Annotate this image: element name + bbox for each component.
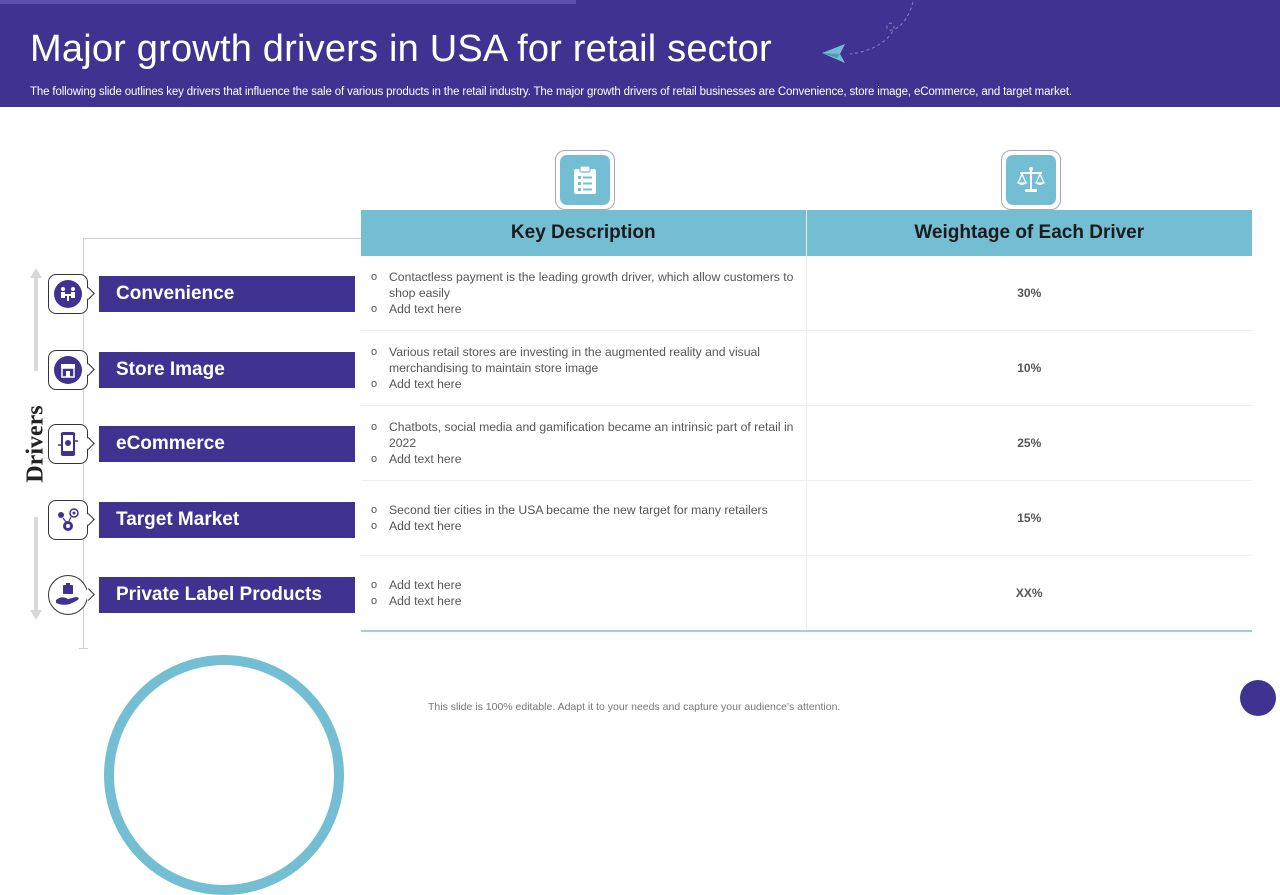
description-bullet: Second tier cities in the USA became the… bbox=[371, 502, 794, 518]
drivers-side-label: Drivers bbox=[22, 405, 49, 483]
weightage-column-icon bbox=[1001, 150, 1061, 210]
driver-label: Target Market bbox=[99, 502, 355, 538]
slide-subtitle: The following slide outlines key drivers… bbox=[30, 86, 1072, 98]
footer-note: This slide is 100% editable. Adapt it to… bbox=[428, 701, 841, 713]
description-bullet: Add text here bbox=[371, 301, 794, 317]
description-bullet: Contactless payment is the leading growt… bbox=[371, 269, 794, 301]
description-bullet: Add text here bbox=[371, 518, 794, 534]
target-gears-icon bbox=[58, 508, 79, 531]
driver-label: Store Image bbox=[99, 352, 355, 388]
driver-icon-frame bbox=[48, 350, 95, 390]
description-cell: Contactless payment is the leading growt… bbox=[361, 256, 807, 331]
paper-plane-icon bbox=[822, 1, 914, 63]
weightage-cell: XX% bbox=[806, 555, 1252, 632]
description-bullet: Add text here bbox=[371, 451, 794, 467]
hand-product-icon bbox=[56, 583, 79, 605]
balance-scale-icon bbox=[1016, 167, 1046, 192]
arrow-down-icon bbox=[30, 610, 42, 620]
table-row: Contactless payment is the leading growt… bbox=[361, 256, 1252, 331]
arrow-up-shaft bbox=[34, 276, 38, 371]
driver-icon-frame bbox=[48, 274, 95, 314]
driver-label: Private Label Products bbox=[99, 577, 355, 613]
description-column-icon bbox=[555, 150, 615, 210]
frame-foot-line bbox=[79, 648, 88, 649]
weightage-cell: 25% bbox=[806, 405, 1252, 481]
arrow-down-shaft bbox=[34, 517, 38, 612]
table-row: Add text here Add text here XX% bbox=[361, 555, 1252, 632]
description-cell: Various retail stores are investing in t… bbox=[361, 330, 807, 406]
driver-label: Convenience bbox=[99, 276, 355, 312]
description-cell: Add text here Add text here bbox=[361, 555, 807, 632]
weightage-cell: 30% bbox=[806, 256, 1252, 331]
table-header-row: Key Description Weightage of Each Driver bbox=[361, 210, 1252, 256]
driver-icon-frame bbox=[48, 424, 95, 464]
drivers-table: Key Description Weightage of Each Driver… bbox=[361, 210, 1252, 632]
slide-header: Major growth drivers in USA for retail s… bbox=[0, 0, 1280, 107]
description-cell: Chatbots, social media and gamification … bbox=[361, 405, 807, 481]
mobile-shopping-icon bbox=[58, 432, 78, 456]
description-bullet: Various retail stores are investing in t… bbox=[371, 344, 794, 376]
driver-label: eCommerce bbox=[99, 426, 355, 462]
store-front-icon bbox=[61, 364, 75, 378]
header-accent-line bbox=[0, 0, 576, 4]
description-cell: Second tier cities in the USA became the… bbox=[361, 480, 807, 556]
description-bullet: Add text here bbox=[371, 376, 794, 392]
weightage-cell: 10% bbox=[806, 330, 1252, 406]
decorative-ring bbox=[104, 655, 344, 895]
driver-icon-frame bbox=[48, 500, 95, 540]
header-key-description: Key Description bbox=[361, 210, 807, 256]
description-bullet: Add text here bbox=[371, 577, 794, 593]
slide-title: Major growth drivers in USA for retail s… bbox=[30, 28, 772, 70]
people-meeting-icon bbox=[61, 287, 75, 301]
description-bullet: Add text here bbox=[371, 593, 794, 609]
corner-decorative-circle bbox=[1240, 680, 1276, 716]
header-weightage: Weightage of Each Driver bbox=[806, 210, 1252, 256]
table-row: Chatbots, social media and gamification … bbox=[361, 405, 1252, 481]
arrow-up-icon bbox=[30, 268, 42, 278]
driver-icon-frame bbox=[48, 575, 95, 615]
weightage-cell: 15% bbox=[806, 480, 1252, 556]
table-row: Various retail stores are investing in t… bbox=[361, 330, 1252, 406]
clipboard-checklist-icon bbox=[574, 165, 596, 194]
description-bullet: Chatbots, social media and gamification … bbox=[371, 419, 794, 451]
frame-top-line bbox=[83, 238, 361, 239]
table-row: Second tier cities in the USA became the… bbox=[361, 480, 1252, 556]
